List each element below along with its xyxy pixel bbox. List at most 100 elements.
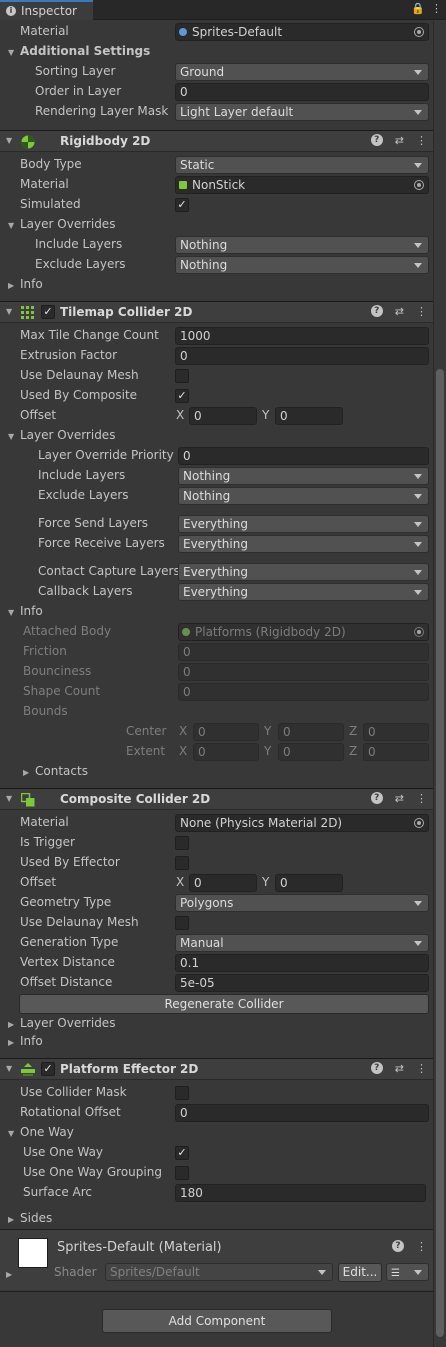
foldout-arrow-icon[interactable]: ▼ bbox=[6, 794, 12, 803]
help-icon[interactable]: ? bbox=[370, 792, 383, 804]
rb-layer-overrides-foldout[interactable]: Layer Overrides bbox=[0, 215, 433, 235]
preview-foldout-icon[interactable]: ▶ bbox=[6, 1270, 12, 1279]
contacts-foldout[interactable]: Contacts bbox=[0, 762, 433, 782]
rb-info-label[interactable]: Info bbox=[8, 277, 43, 291]
geometry-type-dropdown[interactable]: Polygons bbox=[175, 894, 429, 912]
rb-layer-overrides-label[interactable]: Layer Overrides bbox=[8, 217, 115, 231]
cc-info-label[interactable]: Info bbox=[8, 1034, 43, 1048]
component-menu-icon[interactable]: ⋮ bbox=[416, 792, 427, 805]
shader-options-dropdown[interactable]: ☰ bbox=[386, 1263, 429, 1281]
effector-enabled-checkbox[interactable]: ✓ bbox=[41, 1062, 55, 1076]
tm-include-dropdown[interactable]: Nothing bbox=[178, 467, 429, 485]
axis-z-label: Z bbox=[349, 724, 358, 738]
cc-offset-y-field[interactable]: 0 bbox=[275, 874, 343, 892]
tilemap-enabled-checkbox[interactable]: ✓ bbox=[41, 305, 55, 319]
body-type-dropdown[interactable]: Static bbox=[175, 156, 429, 174]
extrusion-field[interactable]: 0 bbox=[175, 347, 429, 365]
used-by-effector-checkbox[interactable] bbox=[175, 856, 189, 870]
edit-shader-button[interactable]: Edit... bbox=[338, 1263, 382, 1282]
scrollbar-thumb[interactable] bbox=[436, 369, 444, 1337]
force-receive-dropdown[interactable]: Everything bbox=[178, 535, 429, 553]
cc-info-foldout[interactable]: Info bbox=[0, 1032, 433, 1052]
tilemap-collider-header[interactable]: ▼ ✓ Tilemap Collider 2D ? ⇄ ⋮ bbox=[0, 301, 433, 323]
simulated-checkbox[interactable]: ✓ bbox=[175, 198, 189, 212]
order-in-layer-field[interactable]: 0 bbox=[175, 83, 429, 101]
sides-foldout[interactable]: Sides bbox=[0, 1209, 433, 1229]
foldout-arrow-icon[interactable]: ▼ bbox=[6, 136, 12, 145]
rb-exclude-layers-dropdown[interactable]: Nothing bbox=[175, 256, 429, 274]
rb-include-layers-dropdown[interactable]: Nothing bbox=[175, 236, 429, 254]
object-picker-icon[interactable] bbox=[414, 180, 424, 190]
tm-exclude-row: Exclude Layers Nothing bbox=[0, 486, 433, 506]
presets-icon[interactable]: ⇄ bbox=[395, 305, 404, 318]
tm-layer-overrides-label[interactable]: Layer Overrides bbox=[8, 428, 115, 442]
presets-icon[interactable]: ⇄ bbox=[395, 134, 404, 147]
offset-distance-field[interactable]: 5e-05 bbox=[175, 974, 429, 992]
vertical-scrollbar[interactable] bbox=[433, 21, 446, 1347]
sorting-layer-dropdown[interactable]: Ground bbox=[175, 63, 429, 81]
vertex-distance-field[interactable]: 0.1 bbox=[175, 954, 429, 972]
rendering-layer-mask-dropdown[interactable]: Light Layer default bbox=[175, 103, 429, 121]
cc-offset-x-field[interactable]: 0 bbox=[189, 874, 257, 892]
sides-label[interactable]: Sides bbox=[8, 1211, 52, 1225]
shader-dropdown[interactable]: Sprites/Default bbox=[105, 1263, 333, 1281]
component-menu-icon[interactable]: ⋮ bbox=[416, 1240, 427, 1253]
presets-icon[interactable]: ⇄ bbox=[395, 1062, 404, 1075]
contact-capture-dropdown[interactable]: Everything bbox=[178, 563, 429, 581]
renderer-material-field[interactable]: Sprites-Default bbox=[175, 23, 429, 41]
platform-effector-header[interactable]: ▼ ✓ Platform Effector 2D ? ⇄ ⋮ bbox=[0, 1058, 433, 1080]
component-menu-icon[interactable]: ⋮ bbox=[416, 134, 427, 147]
max-tile-field[interactable]: 1000 bbox=[175, 327, 429, 345]
help-icon[interactable]: ? bbox=[370, 305, 383, 317]
add-component-button[interactable]: Add Component bbox=[102, 1309, 332, 1333]
regenerate-collider-button[interactable]: Regenerate Collider bbox=[19, 994, 429, 1014]
rb-material-field[interactable]: NonStick bbox=[175, 176, 429, 194]
collider-mask-checkbox[interactable] bbox=[175, 1086, 189, 1100]
surface-arc-field[interactable]: 180 bbox=[175, 1184, 426, 1202]
use-one-way-checkbox[interactable]: ✓ bbox=[175, 1146, 189, 1160]
help-icon[interactable]: ? bbox=[370, 1062, 383, 1074]
help-icon[interactable]: ? bbox=[392, 1240, 404, 1252]
priority-field[interactable]: 0 bbox=[178, 447, 429, 465]
cc-layer-overrides-foldout[interactable]: Layer Overrides bbox=[0, 1014, 433, 1034]
tm-layer-overrides-foldout[interactable]: Layer Overrides bbox=[0, 426, 433, 446]
tm-exclude-dropdown[interactable]: Nothing bbox=[178, 487, 429, 505]
rigidbody-icon bbox=[21, 135, 35, 149]
one-way-foldout[interactable]: One Way bbox=[0, 1123, 433, 1143]
rb-info-foldout[interactable]: Info bbox=[0, 275, 433, 295]
foldout-arrow-icon[interactable]: ▼ bbox=[6, 307, 12, 316]
help-icon[interactable]: ? bbox=[370, 134, 383, 146]
cc-delaunay-checkbox[interactable] bbox=[175, 916, 189, 930]
contacts-label[interactable]: Contacts bbox=[23, 764, 88, 778]
cc-material-field[interactable]: None (Physics Material 2D) bbox=[175, 814, 429, 832]
object-picker-icon[interactable] bbox=[414, 27, 424, 37]
component-menu-icon[interactable]: ⋮ bbox=[416, 1062, 427, 1075]
one-way-grouping-checkbox[interactable] bbox=[175, 1166, 189, 1180]
kebab-menu-icon[interactable]: ⋮ bbox=[431, 2, 442, 15]
rotational-offset-field[interactable]: 0 bbox=[175, 1104, 429, 1122]
callback-dropdown[interactable]: Everything bbox=[178, 583, 429, 601]
one-way-label[interactable]: One Way bbox=[8, 1125, 74, 1139]
component-menu-icon[interactable]: ⋮ bbox=[416, 305, 427, 318]
presets-icon[interactable]: ⇄ bbox=[395, 792, 404, 805]
object-picker-icon[interactable] bbox=[414, 818, 424, 828]
tm-delaunay-checkbox[interactable] bbox=[175, 369, 189, 383]
rigidbody2d-header[interactable]: ▼ Rigidbody 2D ? ⇄ ⋮ bbox=[0, 130, 433, 152]
tm-offset-x-field[interactable]: 0 bbox=[189, 407, 257, 425]
axis-y-label: Y bbox=[262, 408, 270, 422]
generation-type-dropdown[interactable]: Manual bbox=[175, 934, 429, 952]
used-by-composite-checkbox[interactable]: ✓ bbox=[175, 389, 189, 403]
composite-collider-header[interactable]: ▼ Composite Collider 2D ? ⇄ ⋮ bbox=[0, 788, 433, 810]
is-trigger-checkbox[interactable] bbox=[175, 836, 189, 850]
foldout-arrow-icon[interactable]: ▼ bbox=[6, 1064, 12, 1073]
tab-inspector[interactable]: i Inspector bbox=[0, 0, 93, 20]
additional-settings-label[interactable]: Additional Settings bbox=[8, 44, 150, 58]
tm-info-label[interactable]: Info bbox=[8, 604, 43, 618]
cc-layer-overrides-label[interactable]: Layer Overrides bbox=[8, 1016, 115, 1030]
tm-offset-y-field[interactable]: 0 bbox=[275, 407, 343, 425]
lock-icon[interactable]: 🔒 bbox=[411, 2, 425, 15]
force-send-dropdown[interactable]: Everything bbox=[178, 515, 429, 533]
tm-info-foldout[interactable]: Info bbox=[0, 602, 433, 622]
additional-settings-foldout[interactable]: Additional Settings bbox=[0, 42, 433, 62]
cc-offset-row: Offset X 0 Y 0 bbox=[0, 873, 433, 893]
